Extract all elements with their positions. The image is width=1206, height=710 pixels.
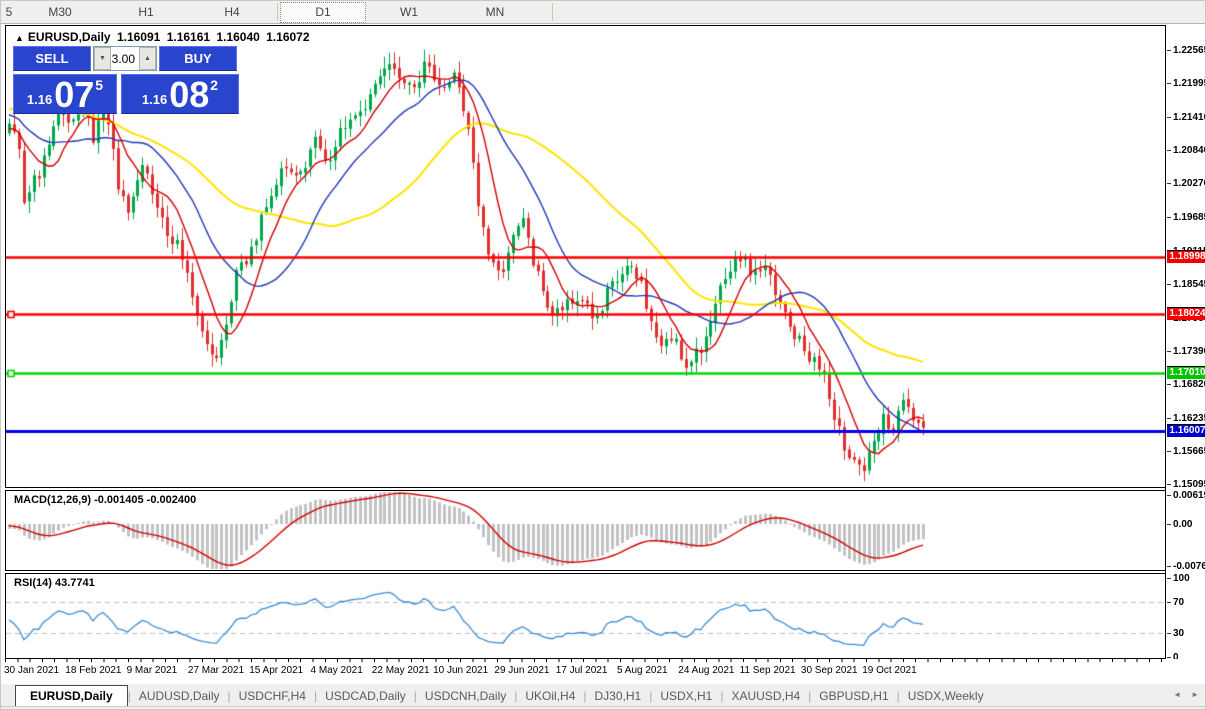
chart-tab-bar: EURUSD,Daily|AUDUSD,Daily|USDCHF,H4|USDC… bbox=[1, 683, 1206, 706]
date-label: 18 Feb 2021 bbox=[65, 665, 121, 676]
timeframe-button-mn[interactable]: MN bbox=[452, 2, 538, 23]
date-label: 11 Sep 2021 bbox=[740, 665, 796, 676]
sell-button[interactable]: SELL bbox=[13, 46, 91, 71]
chart-tab-usdx-h1[interactable]: USDX,H1 bbox=[652, 686, 720, 706]
date-label: 17 Jul 2021 bbox=[556, 665, 608, 676]
sell-price-base: 1.16 bbox=[27, 92, 52, 107]
buy-button[interactable]: BUY bbox=[159, 46, 237, 71]
date-label: 5 Aug 2021 bbox=[617, 665, 668, 676]
sell-price-display[interactable]: 1.16075 bbox=[13, 74, 117, 114]
price-axis-label: 1.19685 bbox=[1173, 212, 1206, 223]
chart-tab-usdchf-h4[interactable]: USDCHF,H4 bbox=[231, 686, 314, 706]
buy-price-base: 1.16 bbox=[142, 92, 167, 107]
tab-scroll-left-icon[interactable]: ◄ bbox=[1173, 690, 1181, 699]
date-label: 29 Jun 2021 bbox=[494, 665, 549, 676]
date-axis: 30 Jan 2021 18 Feb 2021 9 Mar 2021 27 Mar 2… bbox=[1, 659, 1206, 683]
rsi-indicator-pane: RSI(14) 43.7741 bbox=[5, 573, 1165, 659]
date-label: 24 Aug 2021 bbox=[678, 665, 734, 676]
chart-tab-ukoil-h4[interactable]: UKOil,H4 bbox=[517, 686, 583, 706]
macd-axis-label: 0.00 bbox=[1173, 519, 1192, 530]
price-axis-label: 1.16235 bbox=[1173, 413, 1206, 424]
main-chart-pane: ▲ EURUSD,Daily 1.16091 1.16161 1.16040 1.… bbox=[5, 25, 1165, 488]
chart-title: ▲ EURUSD,Daily 1.16091 1.16161 1.16040 1.… bbox=[15, 30, 313, 44]
price-axis-label: 1.18545 bbox=[1173, 279, 1206, 290]
price-axis-label: 1.20270 bbox=[1173, 178, 1206, 189]
rsi-label: RSI(14) 43.7741 bbox=[14, 577, 95, 589]
price-axis-label: 1.17390 bbox=[1173, 346, 1206, 357]
chart-tab-gbpusd-h1[interactable]: GBPUSD,H1 bbox=[811, 686, 896, 706]
timeframe-button-5[interactable]: 5 bbox=[1, 2, 17, 23]
timeframe-button-h4[interactable]: H4 bbox=[189, 2, 275, 23]
macd-indicator-pane: MACD(12,26,9) -0.001405 -0.002400 bbox=[5, 490, 1165, 571]
timeframe-button-w1[interactable]: W1 bbox=[366, 2, 452, 23]
price-axis: 1.22565 1.21995 1.21410 1.20840 1.20270 1.196… bbox=[1165, 25, 1206, 659]
buy-price-big: 08 bbox=[169, 80, 209, 110]
price-axis-label: 1.15665 bbox=[1173, 446, 1206, 457]
chart-tab-dj30-h1[interactable]: DJ30,H1 bbox=[587, 686, 650, 706]
timeframe-toolbar: 5M30H1H4D1W1MN bbox=[1, 1, 1206, 24]
price-axis-label: 1.21995 bbox=[1173, 78, 1206, 89]
toolbar-separator bbox=[277, 3, 278, 21]
buy-price-sup: 2 bbox=[210, 77, 218, 93]
date-label: 30 Sep 2021 bbox=[801, 665, 858, 676]
date-label: 15 Apr 2021 bbox=[249, 665, 303, 676]
macd-axis-label: 0.006193 bbox=[1173, 490, 1206, 501]
rsi-canvas[interactable] bbox=[6, 574, 1165, 658]
rsi-axis-label: 100 bbox=[1173, 573, 1190, 584]
macd-label: MACD(12,26,9) -0.001405 -0.002400 bbox=[14, 494, 196, 506]
mt4-trading-window: 5M30H1H4D1W1MN ▲EURUSD,Daily 1.16091 1.1… bbox=[0, 0, 1206, 710]
date-label: 9 Mar 2021 bbox=[127, 665, 178, 676]
hline-price-tag-1.18024[interactable]: 1.18024 bbox=[1167, 307, 1206, 320]
hline-price-tag-1.16007[interactable]: 1.16007 bbox=[1167, 424, 1206, 437]
rsi-axis-label: 30 bbox=[1173, 628, 1184, 639]
ohlc-high: 1.16161 bbox=[167, 30, 210, 44]
ohlc-open: 1.16091 bbox=[117, 30, 160, 44]
volume-increase-button[interactable]: ▲ bbox=[139, 47, 156, 70]
buy-price-display[interactable]: 1.16082 bbox=[121, 74, 239, 114]
chart-tab-audusd-daily[interactable]: AUDUSD,Daily bbox=[131, 686, 228, 706]
date-label: 4 May 2021 bbox=[311, 665, 363, 676]
price-axis-label: 1.15095 bbox=[1173, 479, 1206, 490]
volume-value[interactable]: 3.00 bbox=[111, 47, 139, 70]
volume-decrease-button[interactable]: ▼ bbox=[94, 47, 111, 70]
hline-price-tag-1.17010[interactable]: 1.17010 bbox=[1167, 366, 1206, 379]
toolbar-separator bbox=[552, 3, 553, 21]
symbol-marker-icon: ▲ bbox=[15, 33, 24, 43]
chart-symbol: EURUSD,Daily bbox=[28, 30, 111, 44]
sell-price-sup: 5 bbox=[95, 77, 103, 93]
date-label: 22 May 2021 bbox=[372, 665, 430, 676]
rsi-axis-label: 70 bbox=[1173, 597, 1184, 608]
timeframe-button-m30[interactable]: M30 bbox=[17, 2, 103, 23]
volume-spinner: ▼ 3.00 ▲ bbox=[93, 46, 157, 71]
chart-tab-eurusd-daily[interactable]: EURUSD,Daily bbox=[15, 685, 128, 706]
chart-tab-xauusd-h4[interactable]: XAUUSD,H4 bbox=[723, 686, 808, 706]
one-click-trading-panel: SELL ▼ 3.00 ▲ BUY 1.16075 1.16082 bbox=[13, 46, 239, 114]
date-label: 10 Jun 2021 bbox=[433, 665, 488, 676]
chart-tab-usdcad-daily[interactable]: USDCAD,Daily bbox=[317, 686, 414, 706]
price-axis-label: 1.22565 bbox=[1173, 45, 1206, 56]
date-axis-ticks bbox=[5, 659, 1165, 662]
sell-price-big: 07 bbox=[54, 80, 94, 110]
chart-tab-usdx-weekly[interactable]: USDX,Weekly bbox=[900, 686, 992, 706]
chart-tab-usdcnh-daily[interactable]: USDCNH,Daily bbox=[417, 686, 514, 706]
price-axis-label: 1.16820 bbox=[1173, 379, 1206, 390]
timeframe-button-h1[interactable]: H1 bbox=[103, 2, 189, 23]
ohlc-low: 1.16040 bbox=[216, 30, 259, 44]
status-bar bbox=[1, 706, 1206, 710]
ohlc-close: 1.16072 bbox=[266, 30, 309, 44]
price-axis-label: 1.21410 bbox=[1173, 112, 1206, 123]
date-label: 27 Mar 2021 bbox=[188, 665, 244, 676]
macd-axis-label: -0.00762 bbox=[1173, 561, 1206, 572]
tab-scroll-arrows: ◄► bbox=[1173, 690, 1199, 699]
timeframe-button-d1[interactable]: D1 bbox=[280, 2, 366, 23]
hline-price-tag-1.18998[interactable]: 1.18998 bbox=[1167, 250, 1206, 263]
tab-scroll-right-icon[interactable]: ► bbox=[1191, 690, 1199, 699]
date-label: 30 Jan 2021 bbox=[4, 665, 59, 676]
date-label: 19 Oct 2021 bbox=[862, 665, 916, 676]
price-axis-label: 1.20840 bbox=[1173, 145, 1206, 156]
